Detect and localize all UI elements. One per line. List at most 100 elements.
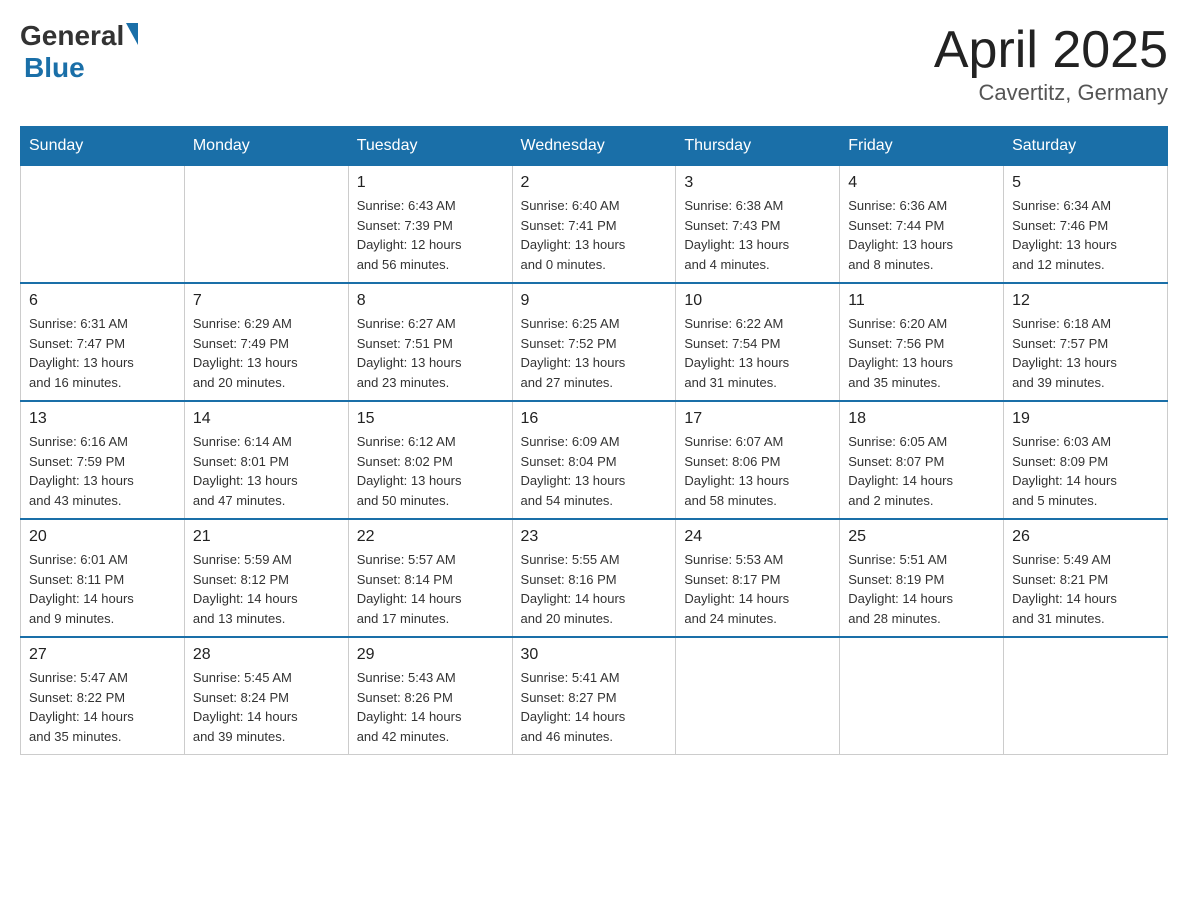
calendar-week-4: 20Sunrise: 6:01 AM Sunset: 8:11 PM Dayli… [21, 519, 1168, 637]
day-number: 24 [684, 528, 831, 546]
header-day-saturday: Saturday [1004, 127, 1168, 166]
day-info: Sunrise: 6:12 AM Sunset: 8:02 PM Dayligh… [357, 432, 504, 510]
calendar-body: 1 Sunrise: 6:43 AM Sunset: 7:39 PM Daylig… [21, 166, 1168, 755]
calendar-cell: 1 Sunrise: 6:43 AM Sunset: 7:39 PM Daylig… [348, 166, 512, 284]
day-info: Sunrise: 5:41 AM Sunset: 8:27 PM Dayligh… [521, 668, 668, 746]
page-location: Cavertitz, Germany [934, 80, 1168, 106]
day-number: 2 [521, 174, 668, 192]
calendar-cell: 29 Sunrise: 5:43 AM Sunset: 8:26 PM Dayli… [348, 637, 512, 755]
day-info: Sunrise: 5:45 AM Sunset: 8:24 PM Dayligh… [193, 668, 340, 746]
calendar-cell: 4 Sunrise: 6:36 AM Sunset: 7:44 PM Daylig… [840, 166, 1004, 284]
day-number: 8 [357, 292, 504, 310]
day-number: 22 [357, 528, 504, 546]
calendar-week-1: 1 Sunrise: 6:43 AM Sunset: 7:39 PM Daylig… [21, 166, 1168, 284]
day-info: Sunrise: 6:20 AM Sunset: 7:56 PM Dayligh… [848, 314, 995, 392]
calendar-cell: 20Sunrise: 6:01 AM Sunset: 8:11 PM Dayli… [21, 519, 185, 637]
day-number: 19 [1012, 410, 1159, 428]
day-number: 13 [29, 410, 176, 428]
day-info: Sunrise: 6:31 AM Sunset: 7:47 PM Dayligh… [29, 314, 176, 392]
calendar-week-3: 13 Sunrise: 6:16 AM Sunset: 7:59 PM Dayli… [21, 401, 1168, 519]
logo-blue-text: Blue [24, 52, 85, 84]
day-number: 5 [1012, 174, 1159, 192]
header-row: SundayMondayTuesdayWednesdayThursdayFrid… [21, 127, 1168, 166]
calendar-cell: 16 Sunrise: 6:09 AM Sunset: 8:04 PM Dayli… [512, 401, 676, 519]
calendar-cell [840, 637, 1004, 755]
day-number: 23 [521, 528, 668, 546]
calendar-cell: 8 Sunrise: 6:27 AM Sunset: 7:51 PM Daylig… [348, 283, 512, 401]
day-number: 15 [357, 410, 504, 428]
day-number: 4 [848, 174, 995, 192]
day-info: Sunrise: 6:27 AM Sunset: 7:51 PM Dayligh… [357, 314, 504, 392]
day-number: 28 [193, 646, 340, 664]
calendar-cell: 17 Sunrise: 6:07 AM Sunset: 8:06 PM Dayli… [676, 401, 840, 519]
calendar-cell [676, 637, 840, 755]
day-number: 17 [684, 410, 831, 428]
header-day-monday: Monday [184, 127, 348, 166]
day-info: Sunrise: 5:59 AM Sunset: 8:12 PM Dayligh… [193, 550, 340, 628]
day-info: Sunrise: 5:47 AM Sunset: 8:22 PM Dayligh… [29, 668, 176, 746]
day-info: Sunrise: 6:43 AM Sunset: 7:39 PM Dayligh… [357, 196, 504, 274]
calendar-cell: 15 Sunrise: 6:12 AM Sunset: 8:02 PM Dayli… [348, 401, 512, 519]
calendar-cell: 13 Sunrise: 6:16 AM Sunset: 7:59 PM Dayli… [21, 401, 185, 519]
day-info: Sunrise: 6:25 AM Sunset: 7:52 PM Dayligh… [521, 314, 668, 392]
day-number: 6 [29, 292, 176, 310]
day-number: 14 [193, 410, 340, 428]
day-info: Sunrise: 6:22 AM Sunset: 7:54 PM Dayligh… [684, 314, 831, 392]
header-day-sunday: Sunday [21, 127, 185, 166]
calendar-cell [21, 166, 185, 284]
calendar-week-2: 6 Sunrise: 6:31 AM Sunset: 7:47 PM Daylig… [21, 283, 1168, 401]
day-info: Sunrise: 6:18 AM Sunset: 7:57 PM Dayligh… [1012, 314, 1159, 392]
calendar-cell: 30 Sunrise: 5:41 AM Sunset: 8:27 PM Dayli… [512, 637, 676, 755]
calendar-cell: 18Sunrise: 6:05 AM Sunset: 8:07 PM Dayli… [840, 401, 1004, 519]
calendar-cell: 25 Sunrise: 5:51 AM Sunset: 8:19 PM Dayli… [840, 519, 1004, 637]
day-info: Sunrise: 6:03 AM Sunset: 8:09 PM Dayligh… [1012, 432, 1159, 510]
day-info: Sunrise: 5:51 AM Sunset: 8:19 PM Dayligh… [848, 550, 995, 628]
day-info: Sunrise: 6:09 AM Sunset: 8:04 PM Dayligh… [521, 432, 668, 510]
calendar-cell: 3 Sunrise: 6:38 AM Sunset: 7:43 PM Daylig… [676, 166, 840, 284]
day-number: 1 [357, 174, 504, 192]
day-number: 12 [1012, 292, 1159, 310]
day-number: 3 [684, 174, 831, 192]
day-number: 26 [1012, 528, 1159, 546]
logo-general-text: General [20, 20, 124, 52]
calendar-header: SundayMondayTuesdayWednesdayThursdayFrid… [21, 127, 1168, 166]
day-info: Sunrise: 6:34 AM Sunset: 7:46 PM Dayligh… [1012, 196, 1159, 274]
calendar-cell: 14 Sunrise: 6:14 AM Sunset: 8:01 PM Dayli… [184, 401, 348, 519]
day-info: Sunrise: 5:43 AM Sunset: 8:26 PM Dayligh… [357, 668, 504, 746]
day-number: 21 [193, 528, 340, 546]
day-number: 25 [848, 528, 995, 546]
day-info: Sunrise: 6:16 AM Sunset: 7:59 PM Dayligh… [29, 432, 176, 510]
calendar-cell: 22Sunrise: 5:57 AM Sunset: 8:14 PM Dayli… [348, 519, 512, 637]
page-title: April 2025 [934, 20, 1168, 80]
logo: General Blue [20, 20, 138, 84]
calendar-cell: 7Sunrise: 6:29 AM Sunset: 7:49 PM Daylig… [184, 283, 348, 401]
header-day-thursday: Thursday [676, 127, 840, 166]
day-number: 11 [848, 292, 995, 310]
day-info: Sunrise: 5:49 AM Sunset: 8:21 PM Dayligh… [1012, 550, 1159, 628]
day-number: 18 [848, 410, 995, 428]
title-section: April 2025 Cavertitz, Germany [934, 20, 1168, 106]
calendar-cell: 9Sunrise: 6:25 AM Sunset: 7:52 PM Daylig… [512, 283, 676, 401]
calendar-week-5: 27Sunrise: 5:47 AM Sunset: 8:22 PM Dayli… [21, 637, 1168, 755]
day-info: Sunrise: 5:53 AM Sunset: 8:17 PM Dayligh… [684, 550, 831, 628]
calendar-cell: 28 Sunrise: 5:45 AM Sunset: 8:24 PM Dayli… [184, 637, 348, 755]
day-number: 16 [521, 410, 668, 428]
day-number: 29 [357, 646, 504, 664]
day-info: Sunrise: 6:29 AM Sunset: 7:49 PM Dayligh… [193, 314, 340, 392]
day-info: Sunrise: 6:36 AM Sunset: 7:44 PM Dayligh… [848, 196, 995, 274]
calendar-cell: 19 Sunrise: 6:03 AM Sunset: 8:09 PM Dayli… [1004, 401, 1168, 519]
header-day-wednesday: Wednesday [512, 127, 676, 166]
calendar-cell: 21 Sunrise: 5:59 AM Sunset: 8:12 PM Dayli… [184, 519, 348, 637]
day-info: Sunrise: 6:40 AM Sunset: 7:41 PM Dayligh… [521, 196, 668, 274]
calendar-cell: 12 Sunrise: 6:18 AM Sunset: 7:57 PM Dayli… [1004, 283, 1168, 401]
day-info: Sunrise: 6:14 AM Sunset: 8:01 PM Dayligh… [193, 432, 340, 510]
calendar-cell: 23Sunrise: 5:55 AM Sunset: 8:16 PM Dayli… [512, 519, 676, 637]
calendar-table: SundayMondayTuesdayWednesdayThursdayFrid… [20, 126, 1168, 755]
day-info: Sunrise: 6:07 AM Sunset: 8:06 PM Dayligh… [684, 432, 831, 510]
calendar-cell [184, 166, 348, 284]
calendar-cell: 27Sunrise: 5:47 AM Sunset: 8:22 PM Dayli… [21, 637, 185, 755]
calendar-cell: 5 Sunrise: 6:34 AM Sunset: 7:46 PM Daylig… [1004, 166, 1168, 284]
day-info: Sunrise: 6:38 AM Sunset: 7:43 PM Dayligh… [684, 196, 831, 274]
day-number: 30 [521, 646, 668, 664]
calendar-cell: 6 Sunrise: 6:31 AM Sunset: 7:47 PM Daylig… [21, 283, 185, 401]
